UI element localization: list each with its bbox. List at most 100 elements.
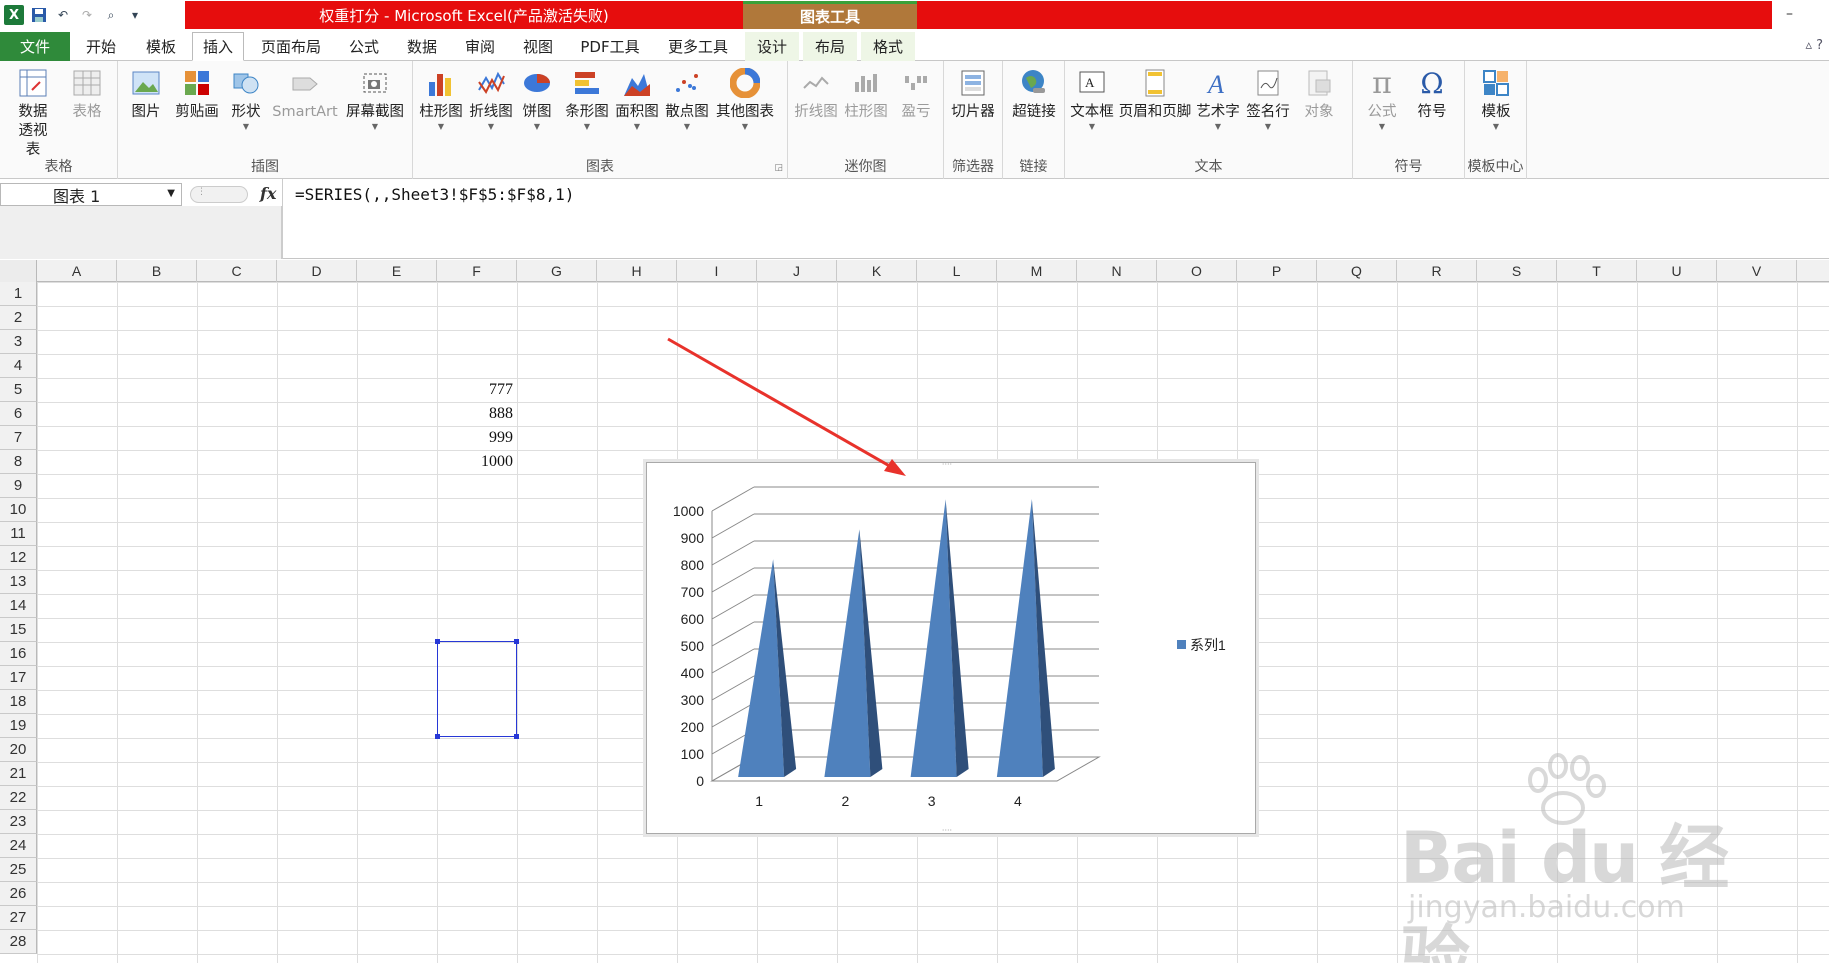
row-header-3[interactable]: 3 [0,330,37,354]
column-header-U[interactable]: U [1637,260,1717,282]
column-header-P[interactable]: P [1237,260,1317,282]
row-header-18[interactable]: 18 [0,690,37,714]
insert-function-icon[interactable]: fx [260,184,276,203]
name-box[interactable]: 图表 1 ▼ [0,183,182,206]
column-header-B[interactable]: B [117,260,197,282]
column-header-E[interactable]: E [357,260,437,282]
row-header-17[interactable]: 17 [0,666,37,690]
header-footer-button[interactable]: 页眉和页脚 [1117,67,1193,122]
tab-pdf-tools[interactable]: PDF工具 [572,32,648,61]
screenshot-button[interactable]: 屏幕截图 ▼ [342,67,408,132]
row-header-19[interactable]: 19 [0,714,37,738]
hyperlink-button[interactable]: 超链接 [1009,67,1059,122]
wordart-button[interactable]: A 艺术字 ▼ [1195,67,1241,132]
row-header-2[interactable]: 2 [0,306,37,330]
sparkline-line-button[interactable]: 折线图 [792,67,840,122]
object-button[interactable]: 对象 [1297,67,1341,122]
row-header-1[interactable]: 1 [0,282,37,306]
tab-format[interactable]: 格式 [861,32,915,61]
row-header-8[interactable]: 8 [0,450,37,474]
row-header-6[interactable]: 6 [0,402,37,426]
help-icons[interactable]: ▵ ? [1805,38,1823,53]
column-header-T[interactable]: T [1557,260,1637,282]
tab-templates[interactable]: 模板 [135,32,187,61]
tab-layout[interactable]: 布局 [803,32,857,61]
row-header-15[interactable]: 15 [0,618,37,642]
row-header-9[interactable]: 9 [0,474,37,498]
column-header-J[interactable]: J [757,260,837,282]
row-header-7[interactable]: 7 [0,426,37,450]
select-all-corner[interactable] [0,260,37,282]
scatter-chart-button[interactable]: 散点图 ▼ [663,67,711,132]
column-header-L[interactable]: L [917,260,997,282]
column-header-K[interactable]: K [837,260,917,282]
area-chart-button[interactable]: 面积图 ▼ [613,67,661,132]
equation-button[interactable]: π 公式 ▼ [1359,67,1405,132]
tab-file[interactable]: 文件 [0,32,70,61]
column-header-I[interactable]: I [677,260,757,282]
row-header-28[interactable]: 28 [0,930,37,954]
row-header-14[interactable]: 14 [0,594,37,618]
cell-F6[interactable]: 888 [437,405,513,423]
smartart-button[interactable]: SmartArt [270,67,340,122]
column-header-A[interactable]: A [37,260,117,282]
range-handle-tl[interactable] [435,639,440,644]
cell-F5[interactable]: 777 [437,381,513,399]
range-handle-tr[interactable] [514,639,519,644]
embedded-chart[interactable]: 0 100 200 300 400 500 600 700 800 900 1000 1 2 3 4 系列1 ·… [646,462,1256,835]
template-button[interactable]: 模板 ▼ [1473,67,1519,132]
row-header-23[interactable]: 23 [0,810,37,834]
range-handle-br[interactable] [514,734,519,739]
row-header-16[interactable]: 16 [0,642,37,666]
tab-review[interactable]: 审阅 [454,32,506,61]
line-chart-button[interactable]: 折线图 ▼ [467,67,515,132]
undo-icon[interactable]: ↶ [54,6,72,24]
name-box-dropdown-icon[interactable]: ▼ [167,188,175,199]
sparkline-winloss-button[interactable]: 盈亏 [894,67,938,122]
row-header-25[interactable]: 25 [0,858,37,882]
row-header-11[interactable]: 11 [0,522,37,546]
minimize-button[interactable]: – [1786,6,1793,22]
column-header-F[interactable]: F [437,260,517,282]
column-header-N[interactable]: N [1077,260,1157,282]
tab-data[interactable]: 数据 [396,32,448,61]
sparkline-column-button[interactable]: 柱形图 [842,67,890,122]
clipart-button[interactable]: 剪贴画 [172,67,222,122]
data-source-range[interactable] [435,639,519,739]
pie-chart-button[interactable]: 饼图 ▼ [517,67,557,132]
column-header-O[interactable]: O [1157,260,1237,282]
row-header-20[interactable]: 20 [0,738,37,762]
tab-more-tools[interactable]: 更多工具 [660,32,736,61]
excel-logo-icon[interactable]: X [4,5,24,25]
cell-F8[interactable]: 1000 [437,453,513,471]
slicer-button[interactable]: 切片器 [948,67,998,122]
column-header-H[interactable]: H [597,260,677,282]
row-header-21[interactable]: 21 [0,762,37,786]
find-icon[interactable]: ⌕ [102,6,120,24]
table-button[interactable]: 表格 [64,67,110,122]
column-header-S[interactable]: S [1477,260,1557,282]
tab-formulas[interactable]: 公式 [338,32,390,61]
tab-view[interactable]: 视图 [512,32,564,61]
column-header-R[interactable]: R [1397,260,1477,282]
column-chart-button[interactable]: 柱形图 ▼ [417,67,465,132]
column-header-M[interactable]: M [997,260,1077,282]
formula-resize-handle[interactable]: ⋮ [190,186,248,203]
row-header-26[interactable]: 26 [0,882,37,906]
other-charts-button[interactable]: 其他图表 ▼ [713,67,777,132]
symbol-button[interactable]: Ω 符号 [1409,67,1455,122]
row-header-13[interactable]: 13 [0,570,37,594]
save-icon[interactable] [30,6,48,24]
column-header-D[interactable]: D [277,260,357,282]
textbox-button[interactable]: A 文本框 ▼ [1069,67,1115,132]
signature-line-button[interactable]: 签名行 ▼ [1243,67,1293,132]
formula-input[interactable]: =SERIES(,,Sheet3!$F$5:$F$8,1) [295,185,574,204]
row-header-4[interactable]: 4 [0,354,37,378]
range-handle-bl[interactable] [435,734,440,739]
row-header-10[interactable]: 10 [0,498,37,522]
tab-design[interactable]: 设计 [745,32,799,61]
row-header-27[interactable]: 27 [0,906,37,930]
tab-insert[interactable]: 插入 [192,32,244,61]
row-header-24[interactable]: 24 [0,834,37,858]
tab-page-layout[interactable]: 页面布局 [252,32,330,61]
